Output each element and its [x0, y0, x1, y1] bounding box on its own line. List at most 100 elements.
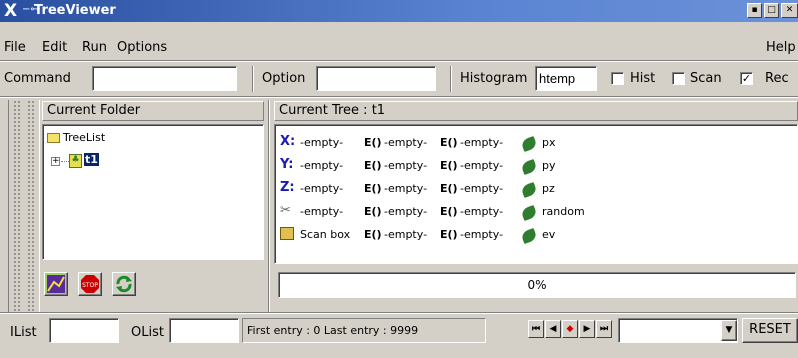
drag-grip[interactable]	[27, 100, 35, 312]
menu-edit[interactable]: Edit	[42, 40, 67, 55]
expression-value: -empty-	[384, 182, 428, 195]
list-item[interactable]: Z: -empty- E() -empty- E() -empty- pz	[280, 179, 790, 201]
expression-icon[interactable]: E()	[364, 228, 382, 241]
tree-icon: ♣	[69, 154, 82, 168]
panel-divider[interactable]	[268, 100, 270, 312]
olist-input[interactable]	[169, 318, 239, 343]
next-entry-button[interactable]: ▶	[579, 320, 595, 338]
menu-run[interactable]: Run	[82, 40, 107, 55]
progress-text: 0%	[527, 278, 547, 292]
scissors-cut-icon[interactable]: ✂	[280, 203, 291, 218]
menu-options[interactable]: Options	[117, 40, 167, 55]
expression-icon[interactable]: E()	[440, 136, 458, 149]
scan-checkbox[interactable]	[672, 72, 685, 85]
panel-handle[interactable]	[8, 100, 40, 312]
leaf-random[interactable]: random	[542, 205, 585, 218]
expression-value: -empty-	[460, 228, 504, 241]
current-entry-button[interactable]: ◆	[562, 320, 578, 338]
close-button[interactable]: ✕	[781, 3, 798, 18]
x-axis-icon[interactable]: X:	[280, 134, 295, 149]
svg-text:STOP: STOP	[82, 282, 98, 289]
leaf-icon	[520, 135, 538, 153]
leaf-px[interactable]: px	[542, 136, 556, 149]
previous-entry-button[interactable]: ◀	[545, 320, 561, 338]
window-title: TreeViewer	[34, 3, 116, 18]
expression-icon[interactable]: E()	[364, 205, 382, 218]
scan-label: Scan	[690, 71, 722, 86]
hist-checkbox[interactable]	[611, 72, 624, 85]
current-tree-header: Current Tree : t1	[274, 101, 798, 121]
ilist-label: IList	[10, 325, 37, 340]
refresh-icon	[116, 275, 132, 293]
scan-box-icon[interactable]	[280, 227, 294, 240]
expression-icon[interactable]: E()	[440, 159, 458, 172]
ilist-input[interactable]	[49, 318, 119, 343]
expression-icon[interactable]: E()	[364, 182, 382, 195]
menu-help[interactable]: Help	[766, 40, 796, 55]
expression-value: -empty-	[384, 136, 428, 149]
last-entry-button[interactable]: ⏭	[596, 320, 612, 338]
toolbar-separator	[450, 66, 452, 92]
x-logo-icon: X	[4, 1, 17, 21]
leaf-icon	[520, 181, 538, 199]
command-input[interactable]	[92, 66, 237, 91]
expand-icon[interactable]: +	[51, 157, 60, 166]
rec-checkbox[interactable]: ✓	[740, 72, 753, 85]
rec-label: Rec	[765, 71, 789, 86]
refresh-button[interactable]	[112, 272, 136, 296]
drag-grip[interactable]	[13, 100, 21, 312]
expression-icon[interactable]: E()	[440, 205, 458, 218]
title-bar[interactable]: X −⊶ TreeViewer ▪ □ ✕	[0, 0, 798, 22]
expression-icon[interactable]: E()	[440, 182, 458, 195]
expression-icon[interactable]: E()	[364, 159, 382, 172]
list-item[interactable]: Y: -empty- E() -empty- E() -empty- py	[280, 156, 790, 178]
axis-value: -empty-	[300, 182, 344, 195]
minimize-button[interactable]: ▪	[747, 3, 762, 18]
list-item[interactable]: ✂ -empty- E() -empty- E() -empty- random	[280, 202, 790, 224]
tree-item-t1[interactable]: t1	[84, 153, 99, 166]
stop-button[interactable]: STOP	[78, 272, 102, 296]
toolbar-separator	[0, 96, 798, 98]
current-folder-header: Current Folder	[42, 101, 264, 121]
histogram-input[interactable]	[535, 66, 597, 91]
folder-icon	[47, 133, 60, 143]
leaf-icon	[520, 158, 538, 176]
expression-value: -empty-	[460, 136, 504, 149]
expression-value: -empty-	[384, 228, 428, 241]
leaf-ev[interactable]: ev	[542, 228, 555, 241]
toolbar-separator	[252, 66, 254, 92]
chevron-down-icon[interactable]: ▼	[721, 320, 737, 341]
option-input[interactable]	[316, 66, 436, 91]
axis-value: -empty-	[300, 159, 344, 172]
y-axis-icon[interactable]: Y:	[280, 157, 293, 172]
expression-icon[interactable]: E()	[440, 228, 458, 241]
leaf-icon	[520, 227, 538, 245]
reset-button[interactable]: RESET	[742, 318, 798, 343]
histogram-icon	[47, 275, 65, 293]
expression-value: -empty-	[384, 159, 428, 172]
scan-box-label: Scan box	[300, 228, 351, 241]
cut-value: -empty-	[300, 205, 344, 218]
list-item[interactable]: X: -empty- E() -empty- E() -empty- px	[280, 133, 790, 155]
command-label: Command	[4, 71, 71, 86]
entry-range-status: First entry : 0 Last entry : 9999	[242, 318, 486, 343]
olist-label: OList	[131, 325, 164, 340]
tree-item-treelist[interactable]: TreeList	[63, 131, 105, 144]
hist-label: Hist	[630, 71, 656, 86]
list-item[interactable]: Scan box E() -empty- E() -empty- ev	[280, 225, 790, 247]
axis-value: -empty-	[300, 136, 344, 149]
expression-value: -empty-	[460, 205, 504, 218]
folder-tree[interactable]: TreeList + ♣ t1	[42, 124, 264, 260]
progress-bar: 0%	[278, 272, 796, 298]
first-entry-button[interactable]: ⏮	[528, 320, 544, 338]
z-axis-icon[interactable]: Z:	[280, 180, 295, 195]
draw-histogram-button[interactable]	[44, 272, 68, 296]
leaf-pz[interactable]: pz	[542, 182, 555, 195]
tree-connector	[61, 161, 69, 162]
menu-file[interactable]: File	[4, 40, 26, 55]
expression-icon[interactable]: E()	[364, 136, 382, 149]
maximize-button[interactable]: □	[764, 3, 779, 18]
expression-value: -empty-	[460, 159, 504, 172]
leaf-py[interactable]: py	[542, 159, 556, 172]
entry-select[interactable]: ▼	[618, 318, 738, 343]
